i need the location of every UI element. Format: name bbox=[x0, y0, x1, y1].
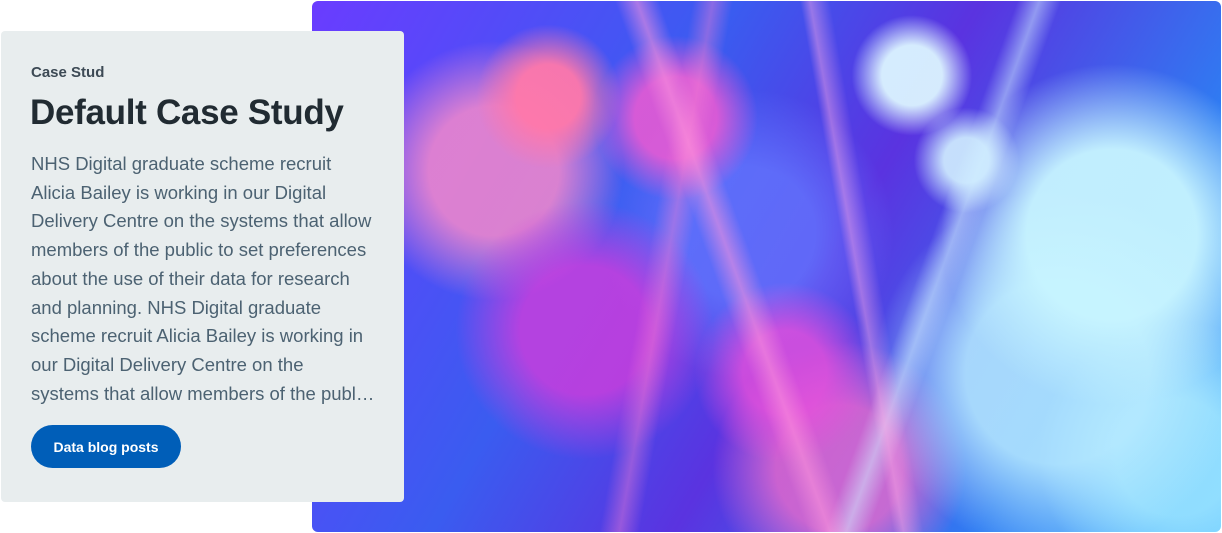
case-study-card: Case Stud Default Case Study NHS Digital… bbox=[1, 31, 404, 502]
data-blog-posts-button[interactable]: Data blog posts bbox=[31, 425, 181, 468]
card-description: NHS Digital graduate scheme recruit Alic… bbox=[31, 153, 372, 404]
card-title: Default Case Study bbox=[30, 93, 344, 132]
card-eyebrow: Case Stud bbox=[31, 64, 105, 81]
hero-image bbox=[312, 1, 1221, 532]
fiber-optic-streaks bbox=[312, 1, 1221, 532]
